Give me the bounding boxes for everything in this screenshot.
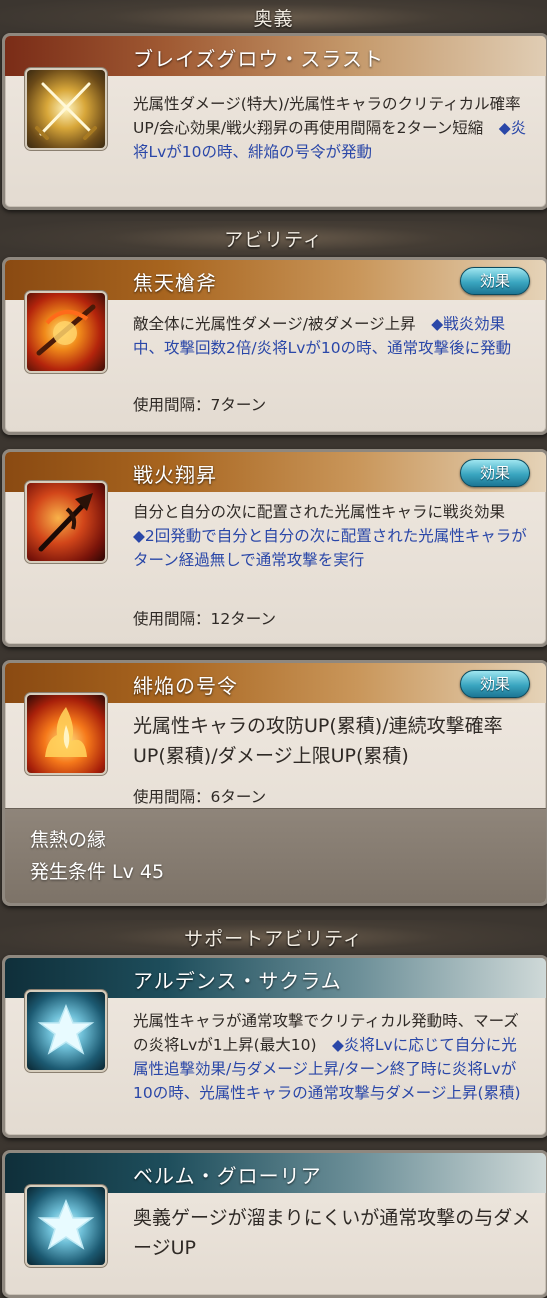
effect-button-1[interactable]: 効果 [460,267,530,295]
support-2-desc-text: 奥義ゲージが溜まりにくいが通常攻撃の与ダメージUP [133,1207,531,1259]
ability-3-name: 緋焔の号令 [133,674,238,698]
ougi-desc-text: 光属性ダメージ(特大)/光属性キャラのクリティカル確率UP/会心効果/戦火翔昇の… [133,95,521,137]
ability-2-interval: 使用間隔：12ターン [133,610,276,628]
ability-1-interval: 使用間隔：7ターン [133,396,267,414]
ougi-name: ブレイズグロウ・スラスト [133,47,384,71]
support-2-description: 奥義ゲージが溜まりにくいが通常攻撃の与ダメージUP [133,1203,531,1263]
star-icon [27,992,105,1070]
ability-card-2[interactable]: 戦火翔昇 効果 自分と自分の次に配置された光属性キャラに戦炎効果 ◆2回発動で自… [2,449,547,647]
support-2-name: ベルム・グローリア [133,1164,322,1188]
ability-2-description: 自分と自分の次に配置された光属性キャラに戦炎効果 ◆2回発動で自分と自分の次に配… [133,500,531,572]
section-header-ougi: 奥義 [0,0,547,34]
section-title-support: サポートアビリティ [184,927,363,950]
condition-box: 焦熱の縁 発生条件 Lv 45 [5,808,546,903]
halberd-icon [27,483,105,561]
crossed-swords-icon [27,70,105,148]
ability-3-description: 光属性キャラの攻防UP(累積)/連続攻撃確率UP(累積)/ダメージ上限UP(累積… [133,711,531,771]
ougi-description: 光属性ダメージ(特大)/光属性キャラのクリティカル確率UP/会心効果/戦火翔昇の… [133,92,531,164]
section-title-abilities: アビリティ [224,228,323,251]
ougi-card[interactable]: ブレイズグロウ・スラスト 光属性ダメージ(特大)/光属性キャラのクリティカル確率… [2,33,547,210]
support-card-2[interactable]: ベルム・グローリア 奥義ゲージが溜まりにくいが通常攻撃の与ダメージUP [2,1150,547,1298]
star-icon [27,1187,105,1265]
support-1-description: 光属性キャラが通常攻撃でクリティカル発動時、マーズの炎将Lvが1上昇(最大10)… [133,1009,531,1105]
ability-1-description: 敵全体に光属性ダメージ/被ダメージ上昇 ◆戦炎効果中、攻撃回数2倍/炎将Lvが1… [133,312,531,360]
ability-card-1[interactable]: 焦天槍斧 効果 敵全体に光属性ダメージ/被ダメージ上昇 ◆戦炎効果中、攻撃回数2… [2,257,547,435]
section-header-abilities: アビリティ [0,221,547,255]
ability-2-desc-note: ◆2回発動で自分と自分の次に配置された光属性キャラがターン経過無しで通常攻撃を実… [133,527,527,569]
effect-button-2[interactable]: 効果 [460,459,530,487]
fire-spear-icon [27,293,105,371]
ability-card-3[interactable]: 緋焔の号令 効果 光属性キャラの攻防UP(累積)/連続攻撃確率UP(累積)/ダメ… [2,660,547,906]
support-1-name: アルデンス・サクラム [133,969,342,993]
ability-2-name: 戦火翔昇 [133,463,217,487]
flame-burst-icon [27,695,105,773]
section-header-support: サポートアビリティ [0,920,547,954]
ability-1-name: 焦天槍斧 [133,271,217,295]
condition-level: 発生条件 Lv 45 [30,861,165,883]
ability-2-desc-text: 自分と自分の次に配置された光属性キャラに戦炎効果 [133,503,521,521]
ability-1-desc-text: 敵全体に光属性ダメージ/被ダメージ上昇 [133,315,432,333]
support-card-1[interactable]: アルデンス・サクラム 光属性キャラが通常攻撃でクリティカル発動時、マーズの炎将L… [2,955,547,1138]
condition-name: 焦熱の縁 [30,829,107,851]
effect-button-3[interactable]: 効果 [460,670,530,698]
ability-3-desc-text: 光属性キャラの攻防UP(累積)/連続攻撃確率UP(累積)/ダメージ上限UP(累積… [133,715,503,767]
ability-3-interval: 使用間隔：6ターン [133,788,267,806]
section-title-ougi: 奥義 [253,7,294,30]
